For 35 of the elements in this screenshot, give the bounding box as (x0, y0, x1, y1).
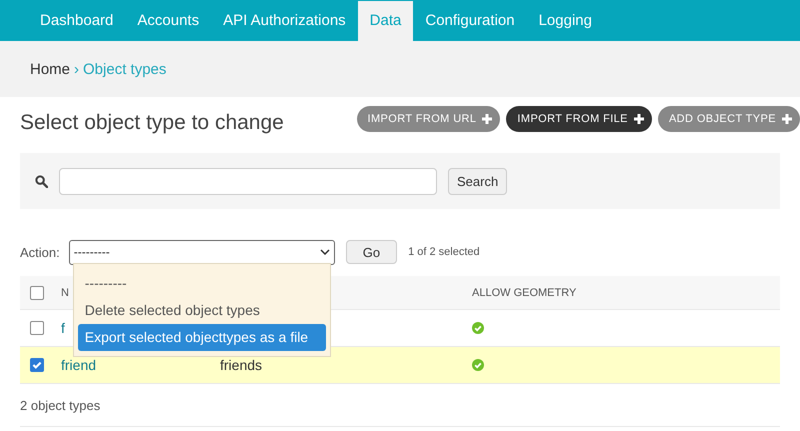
search-field[interactable] (59, 168, 437, 194)
column-header[interactable]: N (61, 286, 69, 298)
result-count: 2 object types (20, 398, 100, 412)
breadcrumb-current: Object types (83, 60, 166, 78)
go-button[interactable]: Go (346, 240, 398, 264)
nav-tab[interactable]: API Authorizations (211, 0, 358, 41)
chevron-icon (320, 249, 330, 255)
object-tool-button[interactable]: ADD OBJECT TYPE (658, 106, 800, 132)
nav-tab[interactable]: Configuration (413, 0, 527, 41)
nav-tab[interactable]: Accounts (125, 0, 212, 41)
dropdown-option[interactable]: Export selected objecttypes as a file (78, 324, 326, 350)
search-button[interactable]: Search (448, 168, 508, 194)
plus-icon (482, 114, 492, 124)
column-header[interactable]: ALLOW GEOMETRY (472, 286, 576, 298)
nav-tab[interactable]: Dashboard (28, 0, 126, 41)
action-label: Action: (20, 244, 60, 260)
breadcrumb-separator: › (74, 60, 80, 78)
table-cell: friends (220, 357, 262, 373)
row-checkbox[interactable] (30, 358, 44, 372)
object-tool-button[interactable]: IMPORT FROM FILE (506, 106, 652, 132)
nav-tab[interactable]: Logging (526, 0, 604, 41)
object-type-link[interactable]: f (61, 320, 65, 336)
plus-icon (782, 114, 792, 124)
dropdown-option[interactable]: --------- (78, 270, 326, 296)
breadcrumb-link[interactable]: Home (30, 60, 70, 78)
plus-icon (634, 114, 644, 124)
row-checkbox[interactable] (30, 321, 44, 335)
search-icon (35, 174, 48, 188)
page-title: Select object type to change (20, 111, 284, 135)
select-all-checkbox[interactable] (30, 286, 44, 300)
object-type-link[interactable]: friend (61, 357, 96, 373)
nav-tab[interactable]: Data (358, 1, 414, 41)
dropdown-option[interactable]: Delete selected object types (78, 296, 326, 324)
object-tool-button[interactable]: IMPORT FROM URL (356, 106, 500, 132)
selection-counter: 1 of 2 selected (408, 246, 480, 258)
